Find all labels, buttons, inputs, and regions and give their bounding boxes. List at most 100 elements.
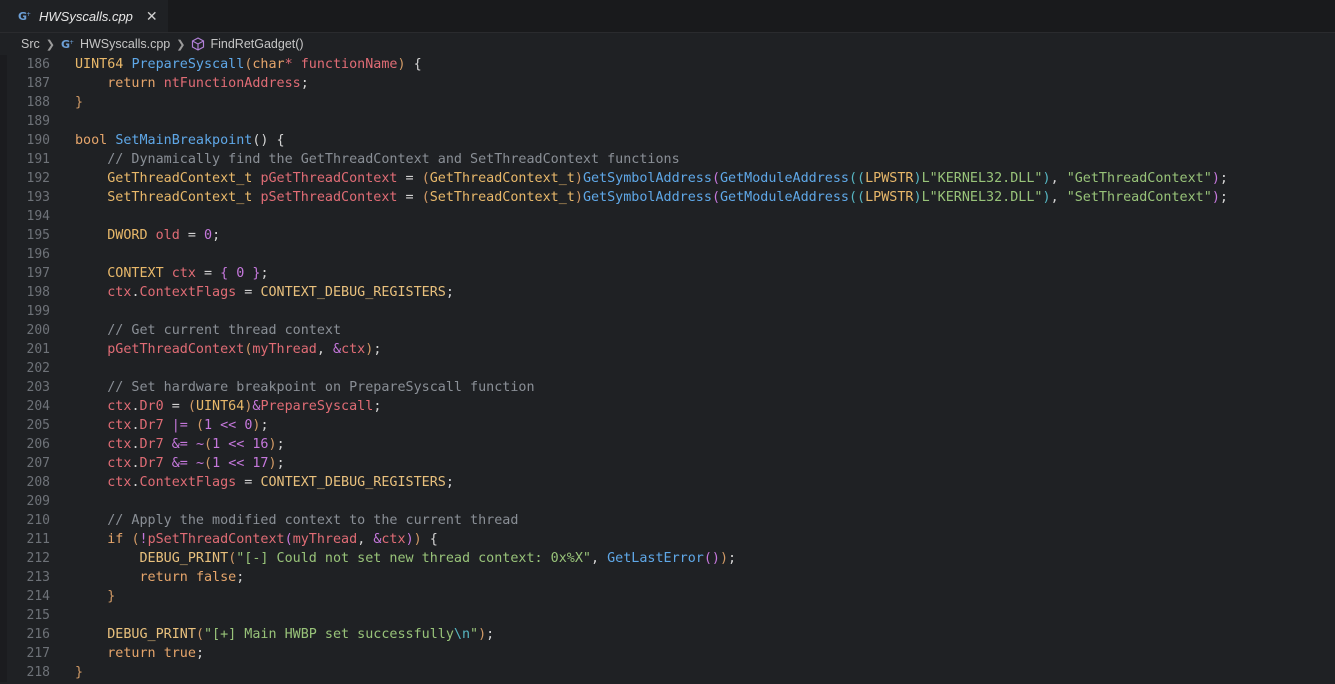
code-editor[interactable]: 186 UINT64 PrepareSyscall(char* functionN…	[0, 55, 1335, 682]
code-line[interactable]: 207 ctx.Dr7 &= ~(1 << 17);	[7, 454, 1335, 473]
breadcrumb-symbol[interactable]: FindRetGadget()	[191, 37, 304, 51]
code-token: (	[195, 418, 204, 433]
code-token: <<	[228, 437, 245, 452]
code-token: bool	[75, 133, 116, 148]
code-line[interactable]: 218}	[7, 663, 1335, 682]
code-token: "SetThreadContext"	[1066, 190, 1212, 205]
code-line[interactable]: 193 SetThreadContext_t pSetThreadContext…	[7, 188, 1335, 207]
code-token: )	[574, 190, 583, 205]
line-number: 190	[26, 133, 50, 148]
code-line[interactable]: 211 if (!pSetThreadContext(myThread, &ct…	[7, 530, 1335, 549]
code-token: {	[405, 57, 422, 72]
code-token: <<	[220, 418, 237, 433]
code-token: (	[711, 171, 720, 186]
code-token: GetSymbolAddress	[582, 190, 712, 205]
code-line[interactable]: 189	[7, 112, 1335, 131]
code-token: ctx	[107, 418, 132, 433]
code-text: bool SetMainBreakpoint() {	[50, 131, 285, 150]
code-line[interactable]: 210 // Apply the modified context to the…	[7, 511, 1335, 530]
code-line[interactable]: 209	[7, 492, 1335, 511]
code-token: "	[470, 627, 479, 642]
code-line[interactable]: 206 ctx.Dr7 &= ~(1 << 16);	[7, 435, 1335, 454]
cpp-file-icon: G +	[61, 38, 74, 51]
code-line[interactable]: 212 DEBUG_PRINT("[-] Could not set new t…	[7, 549, 1335, 568]
chevron-right-icon: ❯	[176, 38, 186, 51]
line-number: 213	[26, 570, 50, 585]
code-token: (	[204, 437, 213, 452]
code-text: // Set hardware breakpoint on PrepareSys…	[50, 378, 535, 397]
code-line[interactable]: 208 ctx.ContextFlags = CONTEXT_DEBUG_REG…	[7, 473, 1335, 492]
code-token: )	[413, 532, 422, 547]
breadcrumb-file[interactable]: G + HWSyscalls.cpp	[61, 37, 170, 51]
code-token: // Set hardware breakpoint on PrepareSys…	[107, 380, 535, 395]
code-text: SetThreadContext_t pSetThreadContext = (…	[50, 188, 1228, 207]
code-line[interactable]: 192 GetThreadContext_t pGetThreadContext…	[7, 169, 1335, 188]
code-line[interactable]: 197 CONTEXT ctx = { 0 };	[7, 264, 1335, 283]
code-line[interactable]: 202	[7, 359, 1335, 378]
line-number: 189	[26, 114, 50, 129]
code-token: CONTEXT_DEBUG_REGISTERS	[260, 285, 446, 300]
code-line[interactable]: 215	[7, 606, 1335, 625]
code-token: ctx	[341, 342, 366, 357]
line-number: 209	[26, 494, 50, 509]
breadcrumb: Src ❯ G + HWSyscalls.cpp ❯ FindRetGadget…	[0, 33, 1335, 55]
code-line[interactable]: 200 // Get current thread context	[7, 321, 1335, 340]
line-number: 197	[26, 266, 50, 281]
code-token: ;	[373, 342, 382, 357]
code-line[interactable]: 195 DWORD old = 0;	[7, 226, 1335, 245]
code-line[interactable]: 216 DEBUG_PRINT("[+] Main HWBP set succe…	[7, 625, 1335, 644]
code-line[interactable]: 196	[7, 245, 1335, 264]
breadcrumb-folder[interactable]: Src	[21, 37, 40, 51]
code-token: =	[163, 399, 188, 414]
breadcrumb-symbol-label: FindRetGadget()	[210, 37, 304, 51]
code-token: LPWSTR	[865, 190, 914, 205]
code-line[interactable]: 194	[7, 207, 1335, 226]
line-number: 187	[26, 76, 50, 91]
method-cube-icon	[192, 37, 205, 51]
code-token: ctx	[107, 285, 132, 300]
close-icon[interactable]: ✕	[146, 8, 158, 25]
code-token: ;	[373, 399, 382, 414]
chevron-right-icon: ❯	[45, 38, 55, 51]
code-token: ;	[195, 646, 204, 661]
code-line[interactable]: 205 ctx.Dr7 |= (1 << 0);	[7, 416, 1335, 435]
code-line[interactable]: 203 // Set hardware breakpoint on Prepar…	[7, 378, 1335, 397]
code-line[interactable]: 217 return true;	[7, 644, 1335, 663]
tab-hwsyscalls[interactable]: G + HWSyscalls.cpp ✕	[0, 0, 168, 32]
code-text: ctx.Dr0 = (UINT64)&PrepareSyscall;	[50, 397, 381, 416]
code-token: "[-] Could not set new thread context: 0…	[236, 551, 591, 566]
code-token: Dr7	[139, 418, 164, 433]
code-line[interactable]: 201 pGetThreadContext(myThread, &ctx);	[7, 340, 1335, 359]
code-token: ctx	[107, 456, 132, 471]
code-text: GetThreadContext_t pGetThreadContext = (…	[50, 169, 1228, 188]
code-token: DEBUG_PRINT	[139, 551, 229, 566]
code-text: CONTEXT ctx = { 0 };	[50, 264, 268, 283]
code-line[interactable]: 214 }	[7, 587, 1335, 606]
code-line[interactable]: 186 UINT64 PrepareSyscall(char* functionN…	[7, 55, 1335, 74]
code-line[interactable]: 187 return ntFunctionAddress;	[7, 74, 1335, 93]
line-number: 218	[26, 665, 50, 680]
code-line[interactable]: 199	[7, 302, 1335, 321]
line-number: 191	[26, 152, 50, 167]
code-token: if	[107, 532, 132, 547]
code-line[interactable]: 198 ctx.ContextFlags = CONTEXT_DEBUG_REG…	[7, 283, 1335, 302]
code-line[interactable]: 191 // Dynamically find the GetThreadCon…	[7, 150, 1335, 169]
code-token: ,	[357, 532, 374, 547]
code-token: ;	[445, 285, 454, 300]
code-line[interactable]: 213 return false;	[7, 568, 1335, 587]
code-line[interactable]: 188}	[7, 93, 1335, 112]
code-line[interactable]: 204 ctx.Dr0 = (UINT64)&PrepareSyscall;	[7, 397, 1335, 416]
code-token: Dr7	[139, 456, 164, 471]
code-text: ctx.Dr7 &= ~(1 << 17);	[50, 454, 284, 473]
code-token: (	[187, 399, 196, 414]
code-token: .	[131, 418, 140, 433]
code-token: SetThreadContext_t	[429, 190, 575, 205]
line-number: 217	[26, 646, 50, 661]
code-line[interactable]: 190 bool SetMainBreakpoint() {	[7, 131, 1335, 150]
